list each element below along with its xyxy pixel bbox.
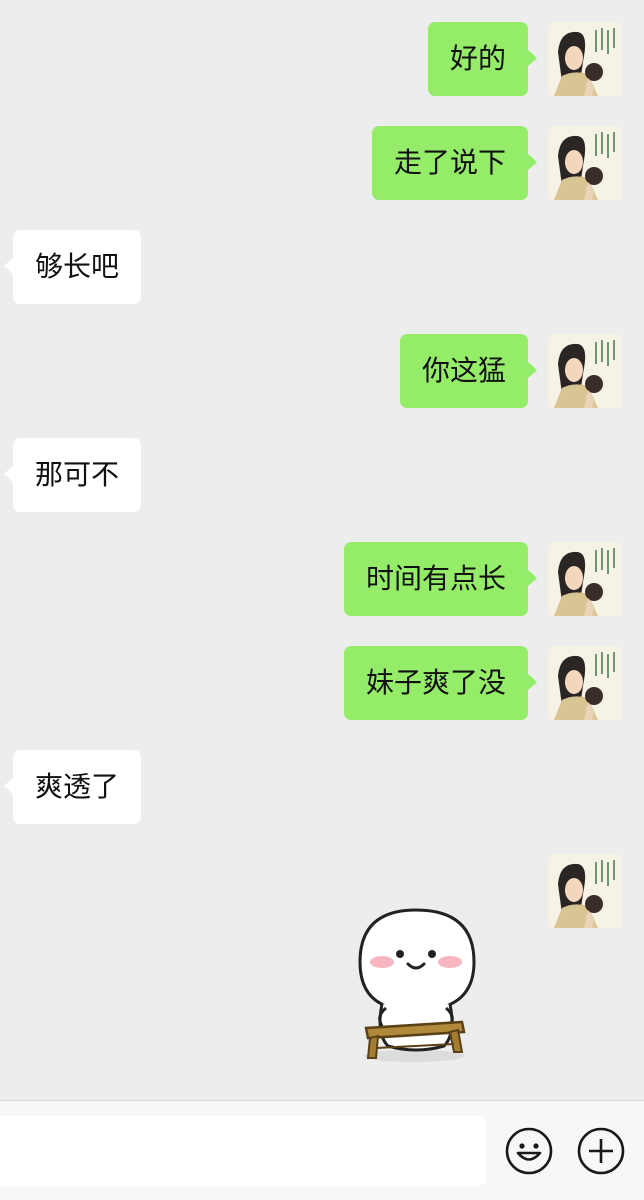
message-row: 妹子爽了没 [0, 646, 644, 720]
message-row [0, 854, 644, 928]
message-row: 好的 [0, 22, 644, 96]
outgoing-message-bubble[interactable]: 走了说下 [371, 126, 538, 200]
outgoing-message-bubble[interactable]: 妹子爽了没 [343, 646, 538, 720]
message-row: 时间有点长 [0, 542, 644, 616]
message-row: 那可不 [0, 438, 644, 512]
outgoing-message-bubble[interactable]: 你这猛 [399, 334, 538, 408]
message-row: 爽透了 [0, 750, 644, 824]
outgoing-message-bubble[interactable]: 好的 [427, 22, 538, 96]
user-avatar[interactable] [548, 854, 622, 928]
chat-area: 好的 走了说下 够长吧 你这猛 那可不 时间有点长 妹子爽了没 爽透了 [0, 0, 644, 1100]
user-avatar[interactable] [548, 542, 622, 616]
message-row: 够长吧 [0, 230, 644, 304]
plus-circle-icon[interactable] [576, 1126, 626, 1176]
user-avatar[interactable] [548, 334, 622, 408]
user-avatar[interactable] [548, 126, 622, 200]
user-avatar[interactable] [548, 22, 622, 96]
smiley-face-icon[interactable] [504, 1126, 554, 1176]
incoming-message-bubble[interactable]: 够长吧 [3, 230, 142, 304]
outgoing-message-bubble[interactable]: 时间有点长 [343, 542, 538, 616]
message-row: 走了说下 [0, 126, 644, 200]
smiling-blob-on-bench-sticker[interactable] [346, 904, 526, 1074]
message-input[interactable] [0, 1116, 486, 1186]
user-avatar[interactable] [548, 646, 622, 720]
message-row: 你这猛 [0, 334, 644, 408]
incoming-message-bubble[interactable]: 爽透了 [3, 750, 142, 824]
incoming-message-bubble[interactable]: 那可不 [3, 438, 142, 512]
input-bar [0, 1100, 644, 1200]
